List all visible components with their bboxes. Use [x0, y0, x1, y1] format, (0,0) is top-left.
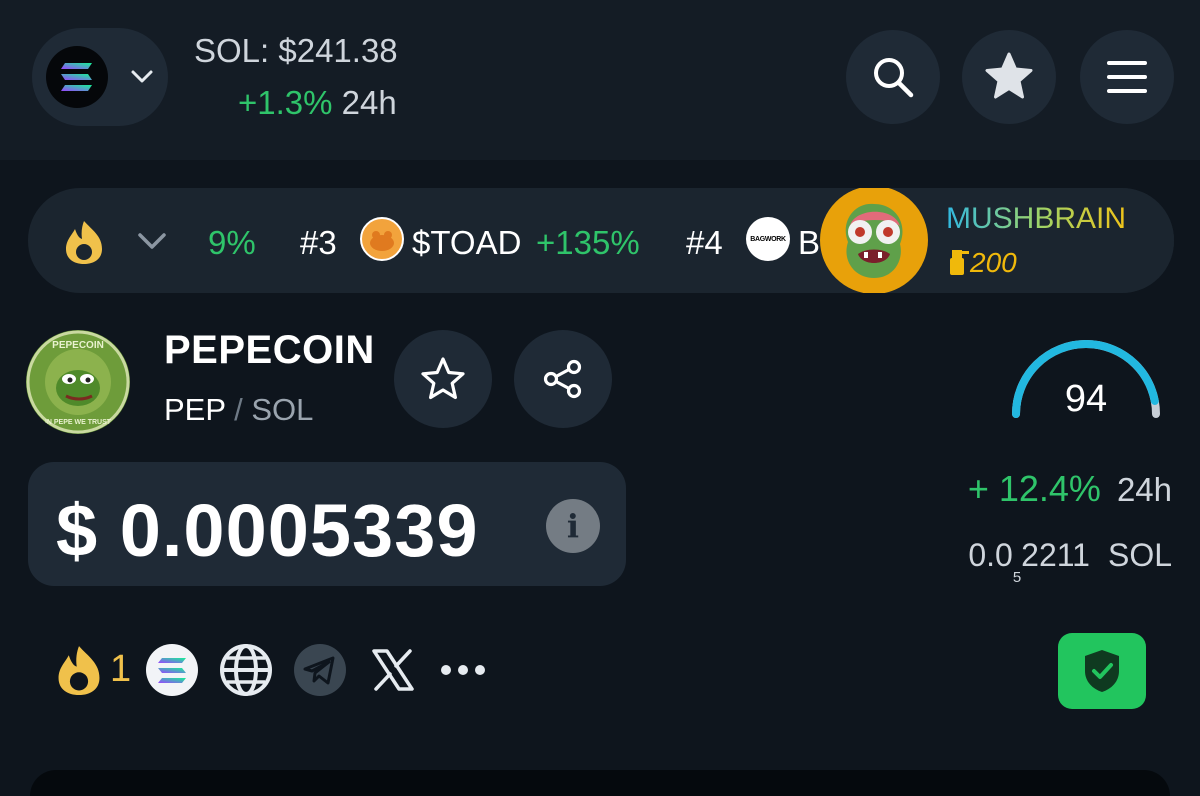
svg-text:PEPECOIN: PEPECOIN: [52, 340, 104, 351]
price-change-period: 24h: [1116, 471, 1172, 508]
favorites-button[interactable]: [962, 30, 1056, 124]
add-favorite-button[interactable]: [394, 330, 492, 428]
search-icon: [874, 58, 914, 98]
star-icon: [985, 52, 1033, 99]
ticker-change: +135%: [536, 224, 640, 261]
token-logo: PEPECOIN IN PEPE WE TRUST: [26, 330, 130, 434]
pair-separator: /: [234, 392, 243, 427]
token-pair: PEP / SOL: [164, 392, 313, 428]
chevron-down-icon: [131, 70, 153, 83]
flame-icon[interactable]: [52, 640, 106, 700]
sol-change-period: 24h: [341, 84, 397, 121]
token-price: $ 0.0005339: [56, 489, 479, 572]
price-change: + 12.4% 24h: [968, 468, 1172, 510]
ticker-rank: #3: [300, 224, 337, 261]
sol-change-value: +1.3%: [238, 84, 333, 121]
ticker-rank: #4: [686, 224, 723, 261]
trending-ticker[interactable]: 9% #3 $TOAD +135% #4 BAGWORK B MUSHBRAIN: [28, 188, 1174, 293]
pair-base: SOL: [251, 392, 314, 427]
ticker-symbol[interactable]: B: [798, 224, 820, 262]
solana-logo-icon: [46, 46, 108, 108]
shield-check-icon: [1085, 650, 1119, 692]
svg-text:IN PEPE WE TRUST: IN PEPE WE TRUST: [45, 419, 112, 426]
featured-score: 200: [946, 246, 1017, 279]
star-outline-icon: [421, 357, 465, 400]
chevron-down-icon[interactable]: [136, 230, 168, 252]
featured-name: MUSHBRAIN: [946, 202, 1127, 235]
flame-icon: [66, 221, 102, 264]
ticker-symbol[interactable]: $TOAD: [412, 224, 521, 262]
bottom-card: [30, 770, 1170, 796]
sol-change: +1.3% 24h: [238, 84, 397, 122]
token-name: PEPECOIN: [164, 328, 375, 372]
sol-price: SOL: $241.38: [194, 32, 398, 69]
more-icon[interactable]: [438, 640, 488, 700]
ticker-partial-change: 9%: [208, 224, 256, 261]
score-value: 94: [1064, 378, 1108, 420]
toad-logo-icon: [360, 217, 404, 261]
top-header: SOL: $241.38 +1.3% 24h: [0, 0, 1200, 160]
telegram-icon[interactable]: [292, 640, 348, 700]
spray-bottle-icon: [950, 250, 969, 275]
price-change-value: + 12.4%: [967, 468, 1101, 509]
search-button[interactable]: [846, 30, 940, 124]
solana-icon[interactable]: [144, 640, 200, 700]
price-in-sol: 0.052211 SOL: [968, 537, 1172, 586]
hot-count: 1: [110, 648, 132, 690]
mushbrain-avatar: [820, 188, 928, 293]
share-icon: [543, 359, 582, 399]
security-check-button[interactable]: [1058, 633, 1146, 709]
globe-icon[interactable]: [218, 640, 274, 700]
token-symbol: PEP: [164, 392, 226, 427]
price-box: $ 0.0005339 i: [28, 462, 626, 586]
bagwork-logo-icon: BAGWORK: [746, 217, 790, 261]
share-button[interactable]: [514, 330, 612, 428]
info-icon[interactable]: i: [546, 499, 600, 553]
chain-selector[interactable]: [32, 28, 168, 126]
featured-token[interactable]: MUSHBRAIN 200: [820, 188, 1174, 293]
x-icon[interactable]: [368, 640, 418, 700]
hamburger-menu-icon: [1107, 61, 1147, 93]
menu-button[interactable]: [1080, 30, 1174, 124]
